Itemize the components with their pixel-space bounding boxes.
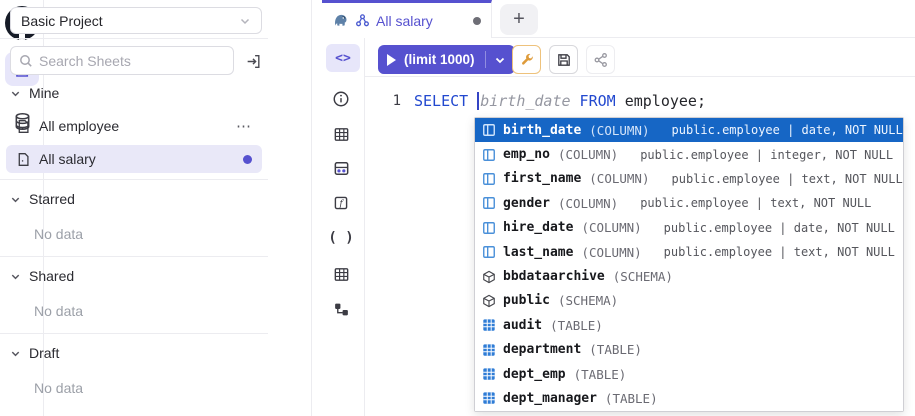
ghost-suggestion: birth_date <box>480 92 570 110</box>
autocomplete-item[interactable]: dept_emp (TABLE) <box>475 362 903 386</box>
run-button-label: (limit 1000) <box>404 52 475 67</box>
results-table-button[interactable] <box>328 121 354 147</box>
schema-icon <box>481 269 496 284</box>
share-icon <box>593 52 609 68</box>
autocomplete-item[interactable]: public (SCHEMA) <box>475 289 903 313</box>
chevron-down-icon <box>239 15 251 27</box>
section-label: Shared <box>29 268 74 284</box>
table-accent-icon <box>333 160 350 177</box>
sql-text: employee; <box>625 92 706 110</box>
postgres-elephant-icon <box>332 12 349 29</box>
text-cursor <box>477 92 479 110</box>
chevron-down-icon[interactable] <box>494 54 506 66</box>
table-icon <box>481 318 496 333</box>
section-label: Mine <box>29 85 59 101</box>
column-icon <box>481 171 496 186</box>
sidebar-section-draft[interactable]: Draft <box>10 343 59 363</box>
draft-empty-text: No data <box>34 380 83 396</box>
chevron-down-icon <box>10 271 21 282</box>
shared-people-icon <box>355 13 370 28</box>
search-icon <box>19 54 33 68</box>
autocomplete-item[interactable]: gender (COLUMN) public.employee | text, … <box>475 191 903 215</box>
unsaved-dot <box>473 17 481 25</box>
column-icon <box>481 245 496 260</box>
code-view-toggle[interactable]: <> <box>326 44 360 72</box>
autocomplete-popup: birth_date (COLUMN) public.employee | da… <box>474 117 904 412</box>
file-code-icon <box>16 152 31 167</box>
column-icon <box>481 123 496 138</box>
save-icon <box>556 52 572 68</box>
connection-settings-button[interactable] <box>512 45 541 74</box>
play-icon <box>387 54 396 66</box>
schema-icon <box>481 293 496 308</box>
project-selector[interactable]: Basic Project <box>10 7 262 34</box>
search-input[interactable]: Search Sheets <box>10 46 234 75</box>
app-window: Basic Project Search Sheets Mine <box>0 0 915 416</box>
share-button[interactable] <box>586 45 615 74</box>
file-code-icon <box>16 119 31 134</box>
autocomplete-item[interactable]: emp_no (COLUMN) public.employee | intege… <box>475 142 903 166</box>
tab-bar: All salary + <box>322 0 915 38</box>
table-icon <box>481 367 496 382</box>
section-label: Starred <box>29 191 75 207</box>
code-icon: <> <box>335 51 351 66</box>
autocomplete-item[interactable]: department (TABLE) <box>475 338 903 362</box>
search-placeholder: Search Sheets <box>39 53 131 69</box>
sidebar-item-all-employee[interactable]: All employee ⋯ <box>6 112 262 140</box>
table-icon <box>481 391 496 406</box>
sidebar-section-mine[interactable]: Mine <box>10 83 59 103</box>
flow-icon <box>333 301 350 318</box>
chart-table-button[interactable] <box>328 155 354 181</box>
autocomplete-item[interactable]: dept_manager (TABLE) <box>475 386 903 410</box>
sheet-info-button[interactable] <box>328 86 354 112</box>
sidebar-item-label: All salary <box>39 151 96 167</box>
sidebar-section-shared[interactable]: Shared <box>10 266 74 286</box>
table-icon <box>481 342 496 357</box>
svg-text:f: f <box>338 199 344 209</box>
table-grid-icon <box>333 266 350 283</box>
table-grid-icon <box>333 126 350 143</box>
variables-button[interactable]: ( ) <box>328 225 354 251</box>
sql-keyword: FROM <box>571 92 625 110</box>
autocomplete-item[interactable]: bbdataarchive (SCHEMA) <box>475 264 903 288</box>
project-selector-value: Basic Project <box>21 13 103 29</box>
sidebar-item-all-salary[interactable]: All salary <box>6 145 262 173</box>
tab-all-salary[interactable]: All salary <box>322 0 492 38</box>
lineage-button[interactable] <box>328 296 354 322</box>
chevron-down-icon <box>10 194 21 205</box>
autocomplete-item[interactable]: hire_date (COLUMN) public.employee | dat… <box>475 216 903 240</box>
column-icon <box>481 220 496 235</box>
wrench-icon <box>519 52 535 68</box>
parentheses-icon: ( ) <box>328 230 353 246</box>
active-sheet-dot <box>243 155 252 164</box>
starred-empty-text: No data <box>34 226 83 242</box>
autocomplete-item[interactable]: first_name (COLUMN) public.employee | te… <box>475 167 903 191</box>
functions-button[interactable]: f <box>328 190 354 216</box>
chevron-down-icon <box>10 88 21 99</box>
plus-icon: + <box>513 8 525 31</box>
chevron-down-icon <box>10 348 21 359</box>
save-button[interactable] <box>549 45 578 74</box>
section-label: Draft <box>29 345 59 361</box>
line-number: 1 <box>365 93 401 109</box>
info-icon <box>332 90 350 108</box>
autocomplete-item[interactable]: birth_date (COLUMN) public.employee | da… <box>475 118 903 142</box>
import-icon <box>245 53 262 70</box>
column-icon <box>481 147 496 162</box>
sql-keyword: SELECT <box>414 92 477 110</box>
sidebar-item-label: All employee <box>39 118 119 134</box>
autocomplete-item[interactable]: audit (TABLE) <box>475 313 903 337</box>
function-icon: f <box>333 195 349 211</box>
schema-browser-button[interactable] <box>328 261 354 287</box>
new-tab-button[interactable]: + <box>500 4 538 35</box>
shared-empty-text: No data <box>34 303 83 319</box>
tab-label: All salary <box>376 13 433 29</box>
sidebar-section-starred[interactable]: Starred <box>10 189 75 209</box>
autocomplete-item[interactable]: last_name (COLUMN) public.employee | tex… <box>475 240 903 264</box>
column-icon <box>481 196 496 211</box>
run-query-button[interactable]: (limit 1000) <box>378 45 515 74</box>
import-sheet-button[interactable] <box>242 50 264 72</box>
editor-line-1[interactable]: 1 SELECT birth_date FROM employee; <box>365 90 706 112</box>
item-menu-button[interactable]: ⋯ <box>236 117 252 135</box>
